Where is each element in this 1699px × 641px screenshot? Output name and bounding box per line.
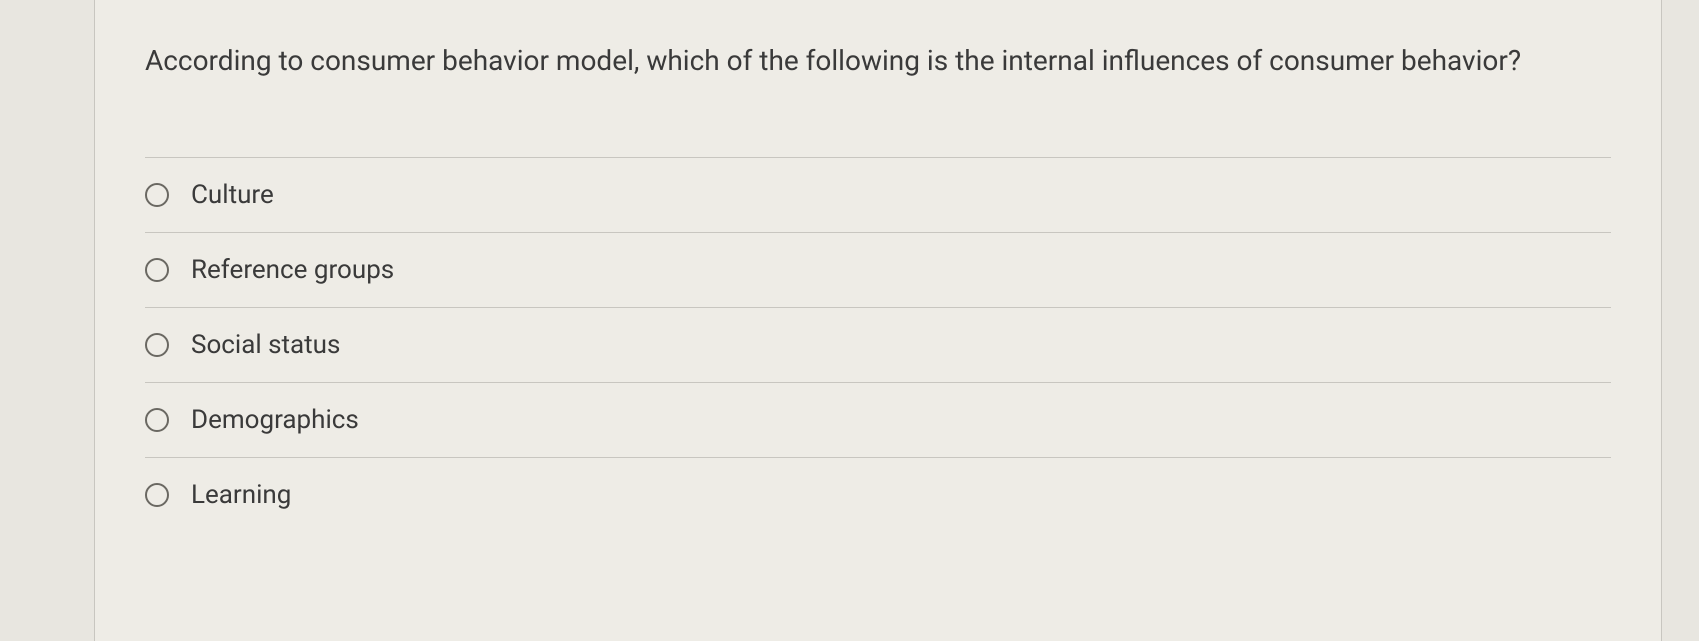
option-row[interactable]: Culture: [145, 158, 1611, 233]
right-margin: [1661, 0, 1699, 641]
option-label: Demographics: [191, 405, 359, 435]
option-row[interactable]: Reference groups: [145, 233, 1611, 308]
option-row[interactable]: Learning: [145, 458, 1611, 532]
option-label: Social status: [191, 330, 340, 360]
left-margin: [0, 0, 95, 641]
options-list: Culture Reference groups Social status D…: [145, 157, 1611, 532]
option-label: Culture: [191, 180, 274, 210]
radio-icon[interactable]: [145, 408, 169, 432]
option-row[interactable]: Demographics: [145, 383, 1611, 458]
question-text: According to consumer behavior model, wh…: [145, 40, 1611, 82]
radio-icon[interactable]: [145, 333, 169, 357]
option-label: Learning: [191, 480, 291, 510]
option-row[interactable]: Social status: [145, 308, 1611, 383]
main-content: According to consumer behavior model, wh…: [95, 0, 1661, 641]
radio-icon[interactable]: [145, 483, 169, 507]
radio-icon[interactable]: [145, 183, 169, 207]
option-label: Reference groups: [191, 255, 394, 285]
quiz-container: According to consumer behavior model, wh…: [0, 0, 1699, 641]
radio-icon[interactable]: [145, 258, 169, 282]
